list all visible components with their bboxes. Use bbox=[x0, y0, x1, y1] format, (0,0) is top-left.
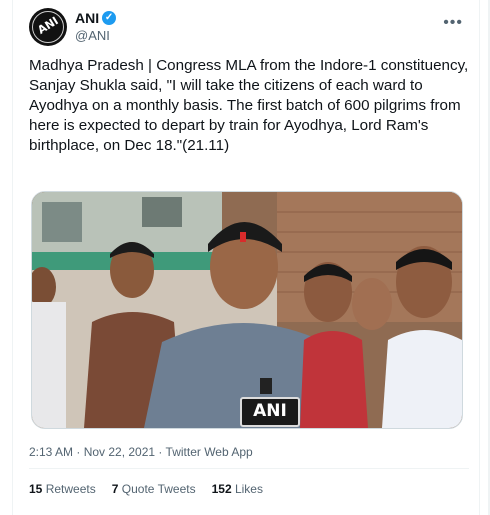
more-options-icon[interactable]: ••• bbox=[443, 14, 463, 32]
tweet-card: ANI ANI ✓ @ANI ••• Madhya Pradesh | Cong… bbox=[12, 0, 480, 515]
tweet-stats: 15 Retweets 7 Quote Tweets 152 Likes bbox=[29, 482, 263, 496]
author-block: ANI ✓ @ANI bbox=[75, 10, 117, 43]
author-name-row: ANI ✓ bbox=[75, 10, 117, 26]
tweet-timestamp[interactable]: 2:13 AM · Nov 22, 2021 · Twitter Web App bbox=[29, 445, 253, 459]
avatar[interactable]: ANI bbox=[29, 8, 67, 46]
tweet-header: ANI ANI ✓ @ANI ••• bbox=[29, 8, 469, 48]
likes-stat[interactable]: 152 Likes bbox=[212, 482, 263, 496]
author-name[interactable]: ANI bbox=[75, 10, 99, 26]
quotes-count: 7 bbox=[111, 482, 119, 496]
tweet-photo[interactable]: ANI bbox=[31, 191, 463, 429]
quotes-label: Quote Tweets bbox=[121, 482, 196, 496]
retweets-count: 15 bbox=[29, 482, 43, 496]
photo-scene bbox=[32, 192, 462, 428]
retweets-label: Retweets bbox=[45, 482, 96, 496]
divider-top bbox=[29, 468, 469, 469]
verified-badge-icon: ✓ bbox=[102, 11, 117, 25]
retweets-stat[interactable]: 15 Retweets bbox=[29, 482, 96, 496]
likes-count: 152 bbox=[211, 482, 232, 496]
author-handle[interactable]: @ANI bbox=[75, 28, 116, 43]
likes-label: Likes bbox=[234, 482, 263, 496]
tweet-text: Madhya Pradesh | Congress MLA from the I… bbox=[29, 57, 469, 154]
quotes-stat[interactable]: 7 Quote Tweets bbox=[112, 482, 196, 496]
mic-flag-logo: ANI bbox=[240, 397, 300, 427]
